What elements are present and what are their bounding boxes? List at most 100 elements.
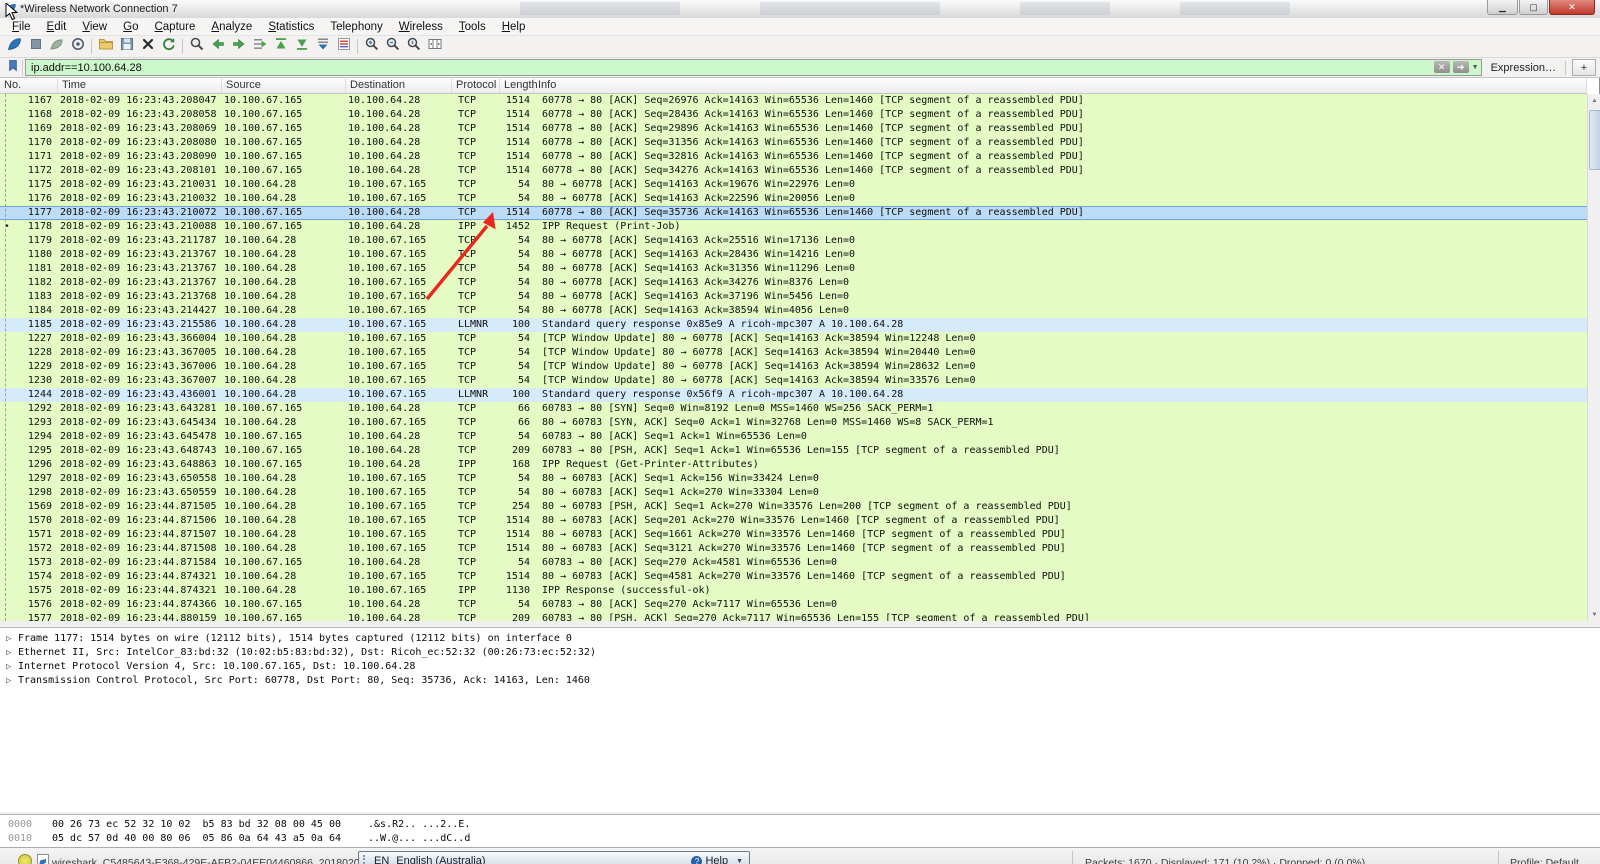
- find-packet-button[interactable]: [186, 37, 207, 57]
- packet-row-1177[interactable]: 1177 2018-02-09 16:23:43.210072 10.100.67.…: [0, 206, 1587, 220]
- packet-row-1230[interactable]: 1230 2018-02-09 16:23:43.367007 10.100.64.…: [0, 374, 1587, 388]
- save-file-button[interactable]: [116, 37, 137, 57]
- packet-row-1292[interactable]: 1292 2018-02-09 16:23:43.643281 10.100.67.…: [0, 402, 1587, 416]
- resize-columns-button[interactable]: [424, 37, 445, 57]
- expand-triangle-icon[interactable]: ▷: [6, 632, 18, 646]
- packet-row-1570[interactable]: 1570 2018-02-09 16:23:44.871506 10.100.64.…: [0, 514, 1587, 528]
- profile-label[interactable]: Profile: Default: [1510, 857, 1579, 864]
- menu-edit[interactable]: Edit: [39, 20, 75, 34]
- packet-row-1170[interactable]: 1170 2018-02-09 16:23:43.208080 10.100.67.…: [0, 136, 1587, 150]
- column-header-protocol[interactable]: Protocol: [452, 78, 500, 93]
- open-file-button[interactable]: [95, 37, 116, 57]
- go-to-packet-button[interactable]: [249, 37, 270, 57]
- packet-row-1172[interactable]: 1172 2018-02-09 16:23:43.208101 10.100.67.…: [0, 164, 1587, 178]
- menu-view[interactable]: View: [74, 20, 115, 34]
- packet-row-1296[interactable]: 1296 2018-02-09 16:23:43.648863 10.100.67.…: [0, 458, 1587, 472]
- scroll-up-icon[interactable]: ▲: [1588, 94, 1600, 107]
- hex-row-0010[interactable]: 0010 05 dc 57 0d 40 00 80 06 05 86 0a 64 …: [0, 832, 1600, 846]
- packet-row-1229[interactable]: 1229 2018-02-09 16:23:43.367006 10.100.64.…: [0, 360, 1587, 374]
- scroll-down-icon[interactable]: ▼: [1588, 608, 1600, 621]
- filter-clear-button[interactable]: ✕: [1433, 61, 1450, 73]
- detail-row-2[interactable]: ▷ Internet Protocol Version 4, Src: 10.10…: [0, 660, 1600, 674]
- packet-row-1178[interactable]: • 1178 2018-02-09 16:23:43.210088 10.100.67…: [0, 220, 1587, 234]
- minimize-button[interactable]: ▁: [1487, 0, 1518, 15]
- packet-row-1574[interactable]: 1574 2018-02-09 16:23:44.874321 10.100.64.…: [0, 570, 1587, 584]
- packet-row-1175[interactable]: 1175 2018-02-09 16:23:43.210031 10.100.64.…: [0, 178, 1587, 192]
- packet-row-1179[interactable]: 1179 2018-02-09 16:23:43.211787 10.100.64.…: [0, 234, 1587, 248]
- packet-row-1168[interactable]: 1168 2018-02-09 16:23:43.208058 10.100.67.…: [0, 108, 1587, 122]
- filter-history-caret-icon[interactable]: ▼: [1472, 64, 1479, 71]
- capture-options-button[interactable]: [67, 37, 88, 57]
- column-header-time[interactable]: Time: [58, 78, 222, 93]
- packet-row-1573[interactable]: 1573 2018-02-09 16:23:44.871584 10.100.67.…: [0, 556, 1587, 570]
- packet-row-1577[interactable]: 1577 2018-02-09 16:23:44.880159 10.100.67.…: [0, 612, 1587, 621]
- menu-help[interactable]: Help: [494, 20, 534, 34]
- langbar-help-icon[interactable]: ?: [691, 855, 703, 864]
- capture-file-icon[interactable]: [37, 854, 49, 864]
- detail-row-3[interactable]: ▷ Transmission Control Protocol, Src Port…: [0, 674, 1600, 688]
- filter-apply-button[interactable]: ➔: [1452, 61, 1469, 73]
- go-first-packet-button[interactable]: [270, 37, 291, 57]
- restart-capture-button[interactable]: [46, 37, 67, 57]
- reload-file-button[interactable]: [158, 37, 179, 57]
- packet-row-1183[interactable]: 1183 2018-02-09 16:23:43.213768 10.100.64.…: [0, 290, 1587, 304]
- column-header-no[interactable]: No.: [0, 78, 58, 93]
- auto-scroll-button[interactable]: [312, 37, 333, 57]
- packet-row-1571[interactable]: 1571 2018-02-09 16:23:44.871507 10.100.64.…: [0, 528, 1587, 542]
- menu-wireless[interactable]: Wireless: [391, 20, 451, 34]
- zoom-out-button[interactable]: [382, 37, 403, 57]
- langbar-grip[interactable]: [363, 855, 370, 864]
- language-name[interactable]: English (Australia): [396, 855, 485, 864]
- display-filter-input[interactable]: ip.addr==10.100.64.28 ✕ ➔ ▼: [25, 59, 1482, 76]
- close-file-button[interactable]: [137, 37, 158, 57]
- packet-row-1176[interactable]: 1176 2018-02-09 16:23:43.210032 10.100.64.…: [0, 192, 1587, 206]
- packet-row-1171[interactable]: 1171 2018-02-09 16:23:43.208090 10.100.67.…: [0, 150, 1587, 164]
- packet-row-1294[interactable]: 1294 2018-02-09 16:23:43.645478 10.100.67.…: [0, 430, 1587, 444]
- zoom-in-button[interactable]: [361, 37, 382, 57]
- hex-row-0000[interactable]: 0000 00 26 73 ec 52 32 10 02 b5 83 bd 32 …: [0, 818, 1600, 832]
- langbar-options-caret-icon[interactable]: ▼: [736, 858, 743, 864]
- packet-row-1293[interactable]: 1293 2018-02-09 16:23:43.645434 10.100.64.…: [0, 416, 1587, 430]
- menu-telephony[interactable]: Telephony: [322, 20, 390, 34]
- packet-row-1569[interactable]: 1569 2018-02-09 16:23:44.871505 10.100.64.…: [0, 500, 1587, 514]
- menu-tools[interactable]: Tools: [451, 20, 494, 34]
- packet-row-1298[interactable]: 1298 2018-02-09 16:23:43.650559 10.100.64.…: [0, 486, 1587, 500]
- language-code[interactable]: EN: [374, 855, 389, 864]
- column-header-length[interactable]: Length: [500, 78, 538, 93]
- expression-button[interactable]: Expression…: [1482, 62, 1565, 74]
- menu-go[interactable]: Go: [115, 20, 146, 34]
- packet-row-1244[interactable]: 1244 2018-02-09 16:23:43.436001 10.100.64.…: [0, 388, 1587, 402]
- packet-row-1575[interactable]: 1575 2018-02-09 16:23:44.874321 10.100.64.…: [0, 584, 1587, 598]
- filter-bookmark-button[interactable]: [4, 59, 23, 76]
- column-header-info[interactable]: Info: [534, 78, 1587, 93]
- menu-capture[interactable]: Capture: [146, 20, 203, 34]
- column-header-destination[interactable]: Destination: [346, 78, 452, 93]
- add-filter-button[interactable]: +: [1572, 59, 1596, 76]
- colorize-packets-button[interactable]: [333, 37, 354, 57]
- packet-list-scrollbar[interactable]: ▲ ▼: [1587, 94, 1600, 621]
- packet-row-1572[interactable]: 1572 2018-02-09 16:23:44.871508 10.100.64.…: [0, 542, 1587, 556]
- packet-row-1167[interactable]: 1167 2018-02-09 16:23:43.208047 10.100.67.…: [0, 94, 1587, 108]
- expand-triangle-icon[interactable]: ▷: [6, 646, 18, 660]
- detail-row-0[interactable]: ▷ Frame 1177: 1514 bytes on wire (12112 b…: [0, 632, 1600, 646]
- langbar-help-label[interactable]: Help: [705, 855, 728, 864]
- packet-row-1182[interactable]: 1182 2018-02-09 16:23:43.213767 10.100.64.…: [0, 276, 1587, 290]
- detail-row-1[interactable]: ▷ Ethernet II, Src: IntelCor_83:bd:32 (10…: [0, 646, 1600, 660]
- close-button[interactable]: ✕: [1549, 0, 1595, 15]
- packet-row-1185[interactable]: 1185 2018-02-09 16:23:43.215586 10.100.64.…: [0, 318, 1587, 332]
- packet-row-1180[interactable]: 1180 2018-02-09 16:23:43.213767 10.100.64.…: [0, 248, 1587, 262]
- maximize-button[interactable]: ▢: [1519, 0, 1548, 15]
- go-back-button[interactable]: [207, 37, 228, 57]
- packet-row-1295[interactable]: 1295 2018-02-09 16:23:43.648743 10.100.67.…: [0, 444, 1587, 458]
- stop-capture-button[interactable]: [25, 37, 46, 57]
- packet-row-1184[interactable]: 1184 2018-02-09 16:23:43.214427 10.100.64.…: [0, 304, 1587, 318]
- expert-info-icon[interactable]: [18, 854, 32, 864]
- start-capture-button[interactable]: [4, 37, 25, 57]
- packet-row-1297[interactable]: 1297 2018-02-09 16:23:43.650558 10.100.64.…: [0, 472, 1587, 486]
- packet-row-1169[interactable]: 1169 2018-02-09 16:23:43.208069 10.100.67.…: [0, 122, 1587, 136]
- expand-triangle-icon[interactable]: ▷: [6, 674, 18, 688]
- column-header-source[interactable]: Source: [222, 78, 346, 93]
- expand-triangle-icon[interactable]: ▷: [6, 660, 18, 674]
- packet-row-1227[interactable]: 1227 2018-02-09 16:23:43.366004 10.100.64.…: [0, 332, 1587, 346]
- menu-statistics[interactable]: Statistics: [260, 20, 322, 34]
